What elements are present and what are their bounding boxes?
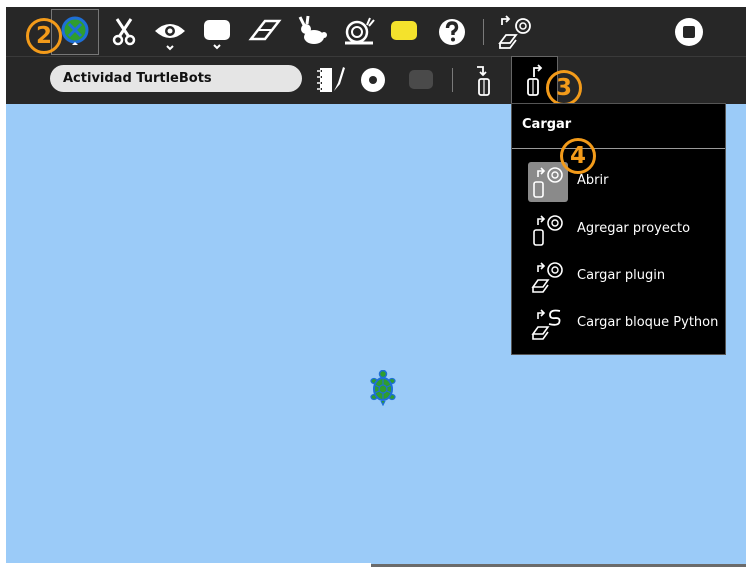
share-icon[interactable] bbox=[358, 65, 388, 95]
palette-blocks-icon[interactable] bbox=[200, 15, 234, 51]
debug-yellow-block-icon[interactable] bbox=[388, 17, 420, 45]
view-eye-icon[interactable] bbox=[152, 17, 188, 51]
menu-item-label: Abrir bbox=[577, 173, 609, 188]
activity-icon[interactable] bbox=[58, 14, 92, 48]
step-badge-4: 4 bbox=[560, 138, 596, 174]
menu-item-add-project[interactable]: Agregar proyecto bbox=[512, 208, 725, 252]
menu-title: Cargar bbox=[522, 117, 572, 132]
toolbar-separator bbox=[483, 19, 484, 45]
load-menu: Cargar Abrir Agregar proyecto Cargar plu… bbox=[511, 103, 726, 355]
load-python-block-icon bbox=[528, 304, 568, 344]
menu-item-load-plugin[interactable]: Cargar plugin bbox=[512, 255, 725, 299]
save-icon[interactable] bbox=[468, 63, 502, 99]
stop-activity-icon[interactable] bbox=[672, 15, 706, 49]
step-badge-2: 2 bbox=[26, 18, 62, 54]
activity-title-input[interactable]: Actividad TurtleBots bbox=[50, 65, 302, 92]
main-toolbar: 2 bbox=[6, 7, 746, 56]
menu-item-label: Cargar bloque Python bbox=[577, 315, 719, 330]
toolbar-separator bbox=[452, 68, 453, 92]
disabled-block-icon bbox=[406, 67, 436, 93]
edit-scissors-icon[interactable] bbox=[108, 15, 140, 51]
menu-item-open[interactable]: Abrir bbox=[512, 160, 725, 204]
step-badge-3: 3 bbox=[546, 70, 582, 106]
add-project-icon bbox=[528, 210, 568, 250]
menu-item-load-python-block[interactable]: Cargar bloque Python bbox=[512, 302, 725, 346]
menu-item-label: Cargar plugin bbox=[577, 268, 666, 283]
load-plugin-icon[interactable] bbox=[496, 13, 536, 51]
bottom-scrollbar[interactable] bbox=[6, 563, 371, 567]
description-icon[interactable] bbox=[312, 63, 346, 97]
run-snail-icon[interactable] bbox=[342, 13, 376, 49]
turtleblocks-window: 2 Actividad TurtleBots 3 Cargar Abrir Ag… bbox=[6, 7, 746, 567]
turtle-icon[interactable] bbox=[369, 369, 397, 410]
help-icon[interactable] bbox=[436, 16, 468, 48]
open-icon bbox=[528, 162, 568, 202]
activity-toolbar: Actividad TurtleBots bbox=[6, 56, 746, 104]
menu-divider bbox=[512, 148, 725, 149]
run-rabbit-icon[interactable] bbox=[296, 15, 330, 49]
eraser-icon[interactable] bbox=[247, 17, 283, 47]
menu-item-label: Agregar proyecto bbox=[577, 221, 691, 236]
load-plugin-icon bbox=[528, 257, 568, 297]
